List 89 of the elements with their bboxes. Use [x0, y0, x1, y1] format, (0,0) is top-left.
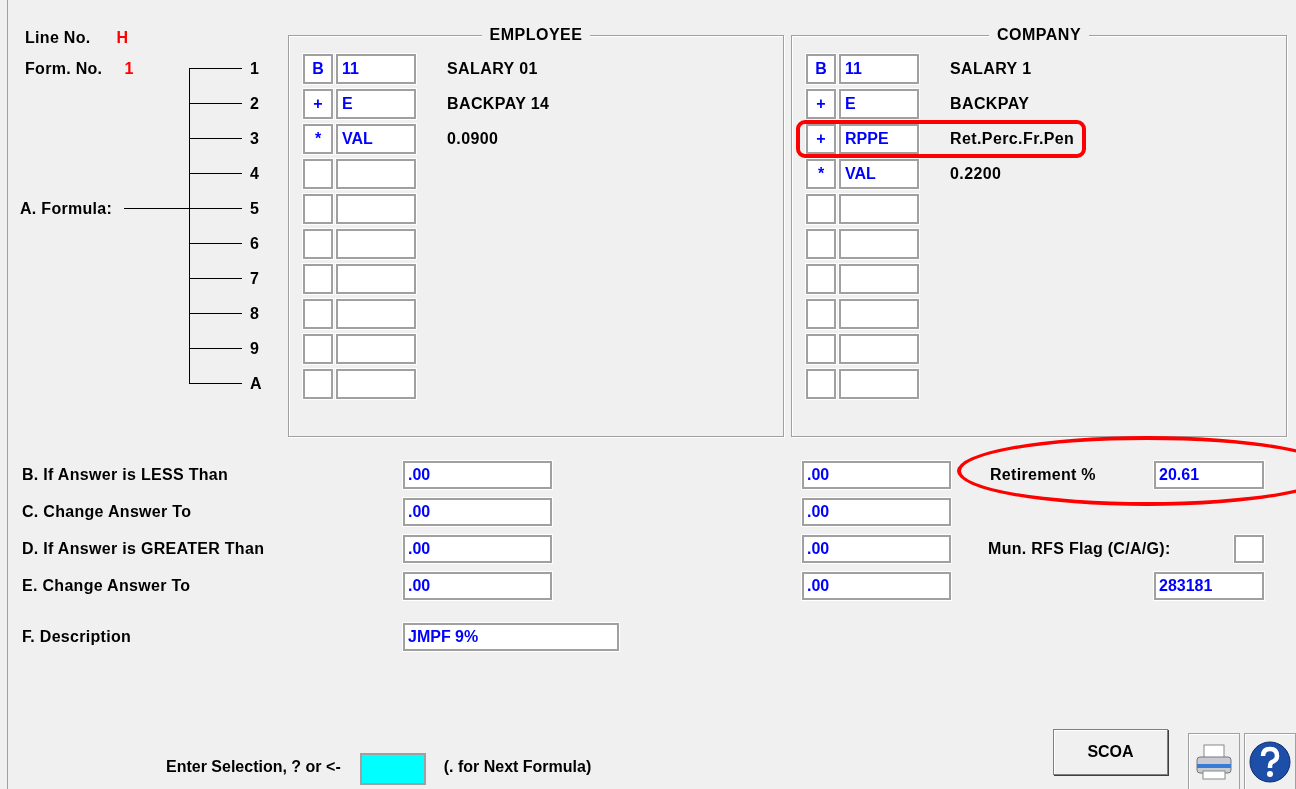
- company-value-field[interactable]: .00: [802, 497, 951, 526]
- item-description: SALARY 1: [950, 59, 1032, 78]
- code-field[interactable]: [839, 298, 919, 329]
- operator-field[interactable]: B: [806, 53, 836, 84]
- operator-field[interactable]: *: [806, 158, 836, 189]
- operator-field[interactable]: [806, 263, 836, 294]
- mun-rfs-label: Mun. RFS Flag (C/A/G):: [988, 539, 1171, 558]
- item-description: 0.0900: [447, 129, 499, 148]
- selection-hint: (. for Next Formula): [443, 758, 592, 776]
- printer-icon: [1194, 742, 1234, 782]
- operator-field[interactable]: [303, 368, 333, 399]
- help-button[interactable]: [1244, 733, 1296, 789]
- step-label: 9: [250, 339, 259, 358]
- operator-field[interactable]: [806, 193, 836, 224]
- code-field[interactable]: [336, 263, 416, 294]
- employee-value-field[interactable]: .00: [403, 534, 552, 563]
- condition-label: E. Change Answer To: [22, 576, 191, 595]
- item-description: BACKPAY 14: [447, 94, 550, 113]
- operator-field[interactable]: +: [806, 88, 836, 119]
- operator-field[interactable]: [303, 193, 333, 224]
- help-icon: [1248, 740, 1292, 784]
- code-field[interactable]: [839, 228, 919, 259]
- operator-field[interactable]: [303, 158, 333, 189]
- operator-field[interactable]: [806, 228, 836, 259]
- employee-value-field[interactable]: .00: [403, 497, 552, 526]
- operator-field[interactable]: [303, 263, 333, 294]
- operator-field[interactable]: [303, 298, 333, 329]
- code-field[interactable]: [336, 158, 416, 189]
- retirement-label: Retirement %: [990, 465, 1096, 484]
- code-field[interactable]: [839, 193, 919, 224]
- condition-label: D. If Answer is GREATER Than: [22, 539, 265, 558]
- operator-field[interactable]: [806, 368, 836, 399]
- code-field[interactable]: [839, 263, 919, 294]
- code-field[interactable]: [336, 333, 416, 364]
- condition-label: B. If Answer is LESS Than: [22, 465, 229, 484]
- operator-field[interactable]: [303, 333, 333, 364]
- item-description: Ret.Perc.Fr.Pen: [950, 129, 1075, 148]
- formula-label: A. Formula:: [20, 199, 113, 218]
- condition-label: C. Change Answer To: [22, 502, 192, 521]
- company-value-field[interactable]: .00: [802, 534, 951, 563]
- code-field[interactable]: E: [336, 88, 416, 119]
- step-label: 5: [250, 199, 259, 218]
- retirement-field[interactable]: 20.61: [1154, 460, 1264, 489]
- step-label: 3: [250, 129, 259, 148]
- form-no-value: 1: [124, 59, 134, 78]
- code-field[interactable]: [839, 333, 919, 364]
- step-label: 6: [250, 234, 259, 253]
- code-field[interactable]: E: [839, 88, 919, 119]
- description-field[interactable]: JMPF 9%: [403, 623, 619, 651]
- operator-field[interactable]: B: [303, 53, 333, 84]
- operator-field[interactable]: [806, 333, 836, 364]
- item-description: BACKPAY: [950, 94, 1030, 113]
- line-no-value: H: [116, 29, 129, 47]
- code-field[interactable]: 11: [839, 53, 919, 84]
- operator-field[interactable]: +: [303, 88, 333, 119]
- selection-field[interactable]: [359, 753, 426, 785]
- code-field[interactable]: RPPE: [839, 123, 919, 154]
- step-label: A: [250, 374, 262, 393]
- company-value-field[interactable]: .00: [802, 460, 951, 489]
- scoa-button[interactable]: SCOA: [1053, 729, 1168, 775]
- selection-prompt: Enter Selection, ? or <-: [166, 758, 341, 776]
- flag-field[interactable]: [1234, 534, 1264, 563]
- operator-field[interactable]: [303, 228, 333, 259]
- employee-value-field[interactable]: .00: [403, 460, 552, 489]
- code-field[interactable]: [336, 193, 416, 224]
- item-description: 0.2200: [950, 164, 1002, 183]
- code-field[interactable]: [336, 228, 416, 259]
- code-field[interactable]: [336, 298, 416, 329]
- step-label: 7: [250, 269, 259, 288]
- step-label: 4: [250, 164, 259, 183]
- step-label: 1: [250, 59, 259, 78]
- operator-field[interactable]: *: [303, 123, 333, 154]
- code-field[interactable]: 11: [336, 53, 416, 84]
- operator-field[interactable]: [806, 298, 836, 329]
- code-value-field[interactable]: 283181: [1154, 571, 1264, 600]
- line-no-label: Line No.: [25, 29, 91, 47]
- code-field[interactable]: [336, 368, 416, 399]
- print-button[interactable]: [1188, 733, 1240, 789]
- code-field[interactable]: [839, 368, 919, 399]
- code-field[interactable]: VAL: [839, 158, 919, 189]
- code-field[interactable]: VAL: [336, 123, 416, 154]
- step-label: 2: [250, 94, 259, 113]
- operator-field[interactable]: +: [806, 123, 836, 154]
- company-value-field[interactable]: .00: [802, 571, 951, 600]
- form-no-label: Form. No.: [25, 59, 103, 78]
- employee-value-field[interactable]: .00: [403, 571, 552, 600]
- description-label: F. Description: [22, 628, 132, 646]
- item-description: SALARY 01: [447, 59, 538, 78]
- step-label: 8: [250, 304, 259, 323]
